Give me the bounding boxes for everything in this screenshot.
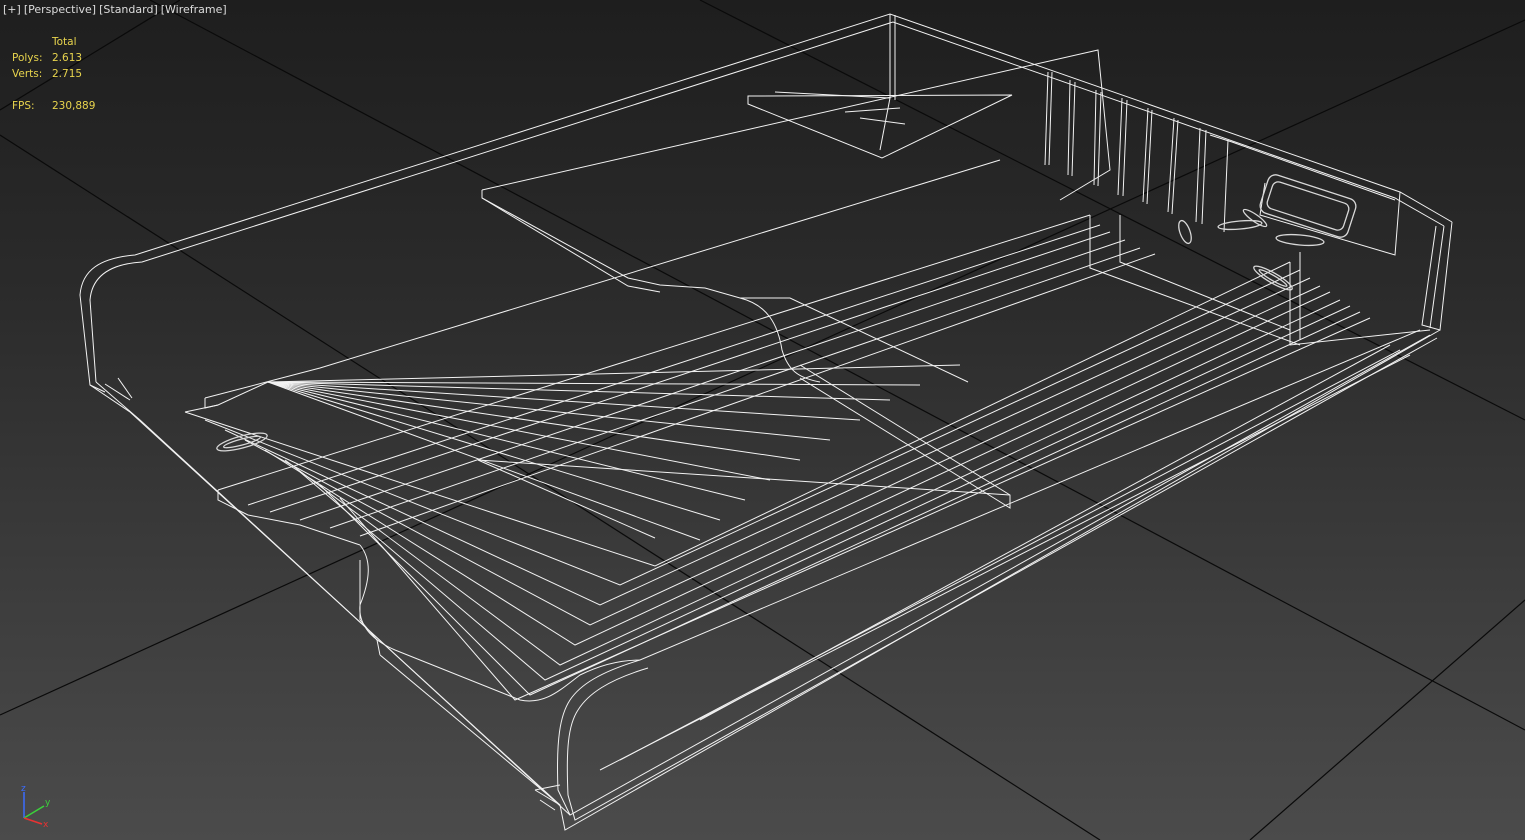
stats-verts-label: Verts: <box>12 68 43 80</box>
stats-polys-value: 2.613 <box>52 52 83 64</box>
viewport-shading-standard-menu[interactable]: [Standard] <box>99 3 158 16</box>
viewport-label-menu: [+] [Perspective] [Standard] [Wireframe] <box>3 3 230 16</box>
viewport-plus-menu[interactable]: [+] <box>3 3 21 16</box>
gizmo-x-axis <box>23 817 43 825</box>
paper-clip-right[interactable] <box>1251 263 1294 294</box>
paper-clips[interactable] <box>215 173 1358 455</box>
viewport-pov-menu[interactable]: [Perspective] <box>24 3 96 16</box>
stats-total-header: Total <box>52 36 77 48</box>
stats-polys-label: Polys: <box>12 52 43 64</box>
viewport-perspective[interactable]: [+] [Perspective] [Standard] [Wireframe] To… <box>0 0 1525 840</box>
gizmo-z-label: z <box>21 784 26 794</box>
gizmo-x-label: x <box>43 820 49 828</box>
wireframe-scene <box>0 0 1525 840</box>
stats-fps-value: 230,889 <box>52 100 96 112</box>
paper-clip-left[interactable] <box>215 429 268 454</box>
gizmo-y-axis <box>23 805 45 819</box>
viewport-shading-wireframe-menu[interactable]: [Wireframe] <box>161 3 227 16</box>
statistics-overlay: Total Polys: 2.613 Verts: 2.715 FPS: 230… <box>12 34 95 114</box>
gizmo-y-label: y <box>45 798 51 808</box>
stats-verts-value: 2.715 <box>52 68 83 80</box>
tray-wireframe-model[interactable] <box>79 13 1453 831</box>
axis-tripod-icon: z y x <box>21 784 51 828</box>
stats-fps-label: FPS: <box>12 100 35 112</box>
